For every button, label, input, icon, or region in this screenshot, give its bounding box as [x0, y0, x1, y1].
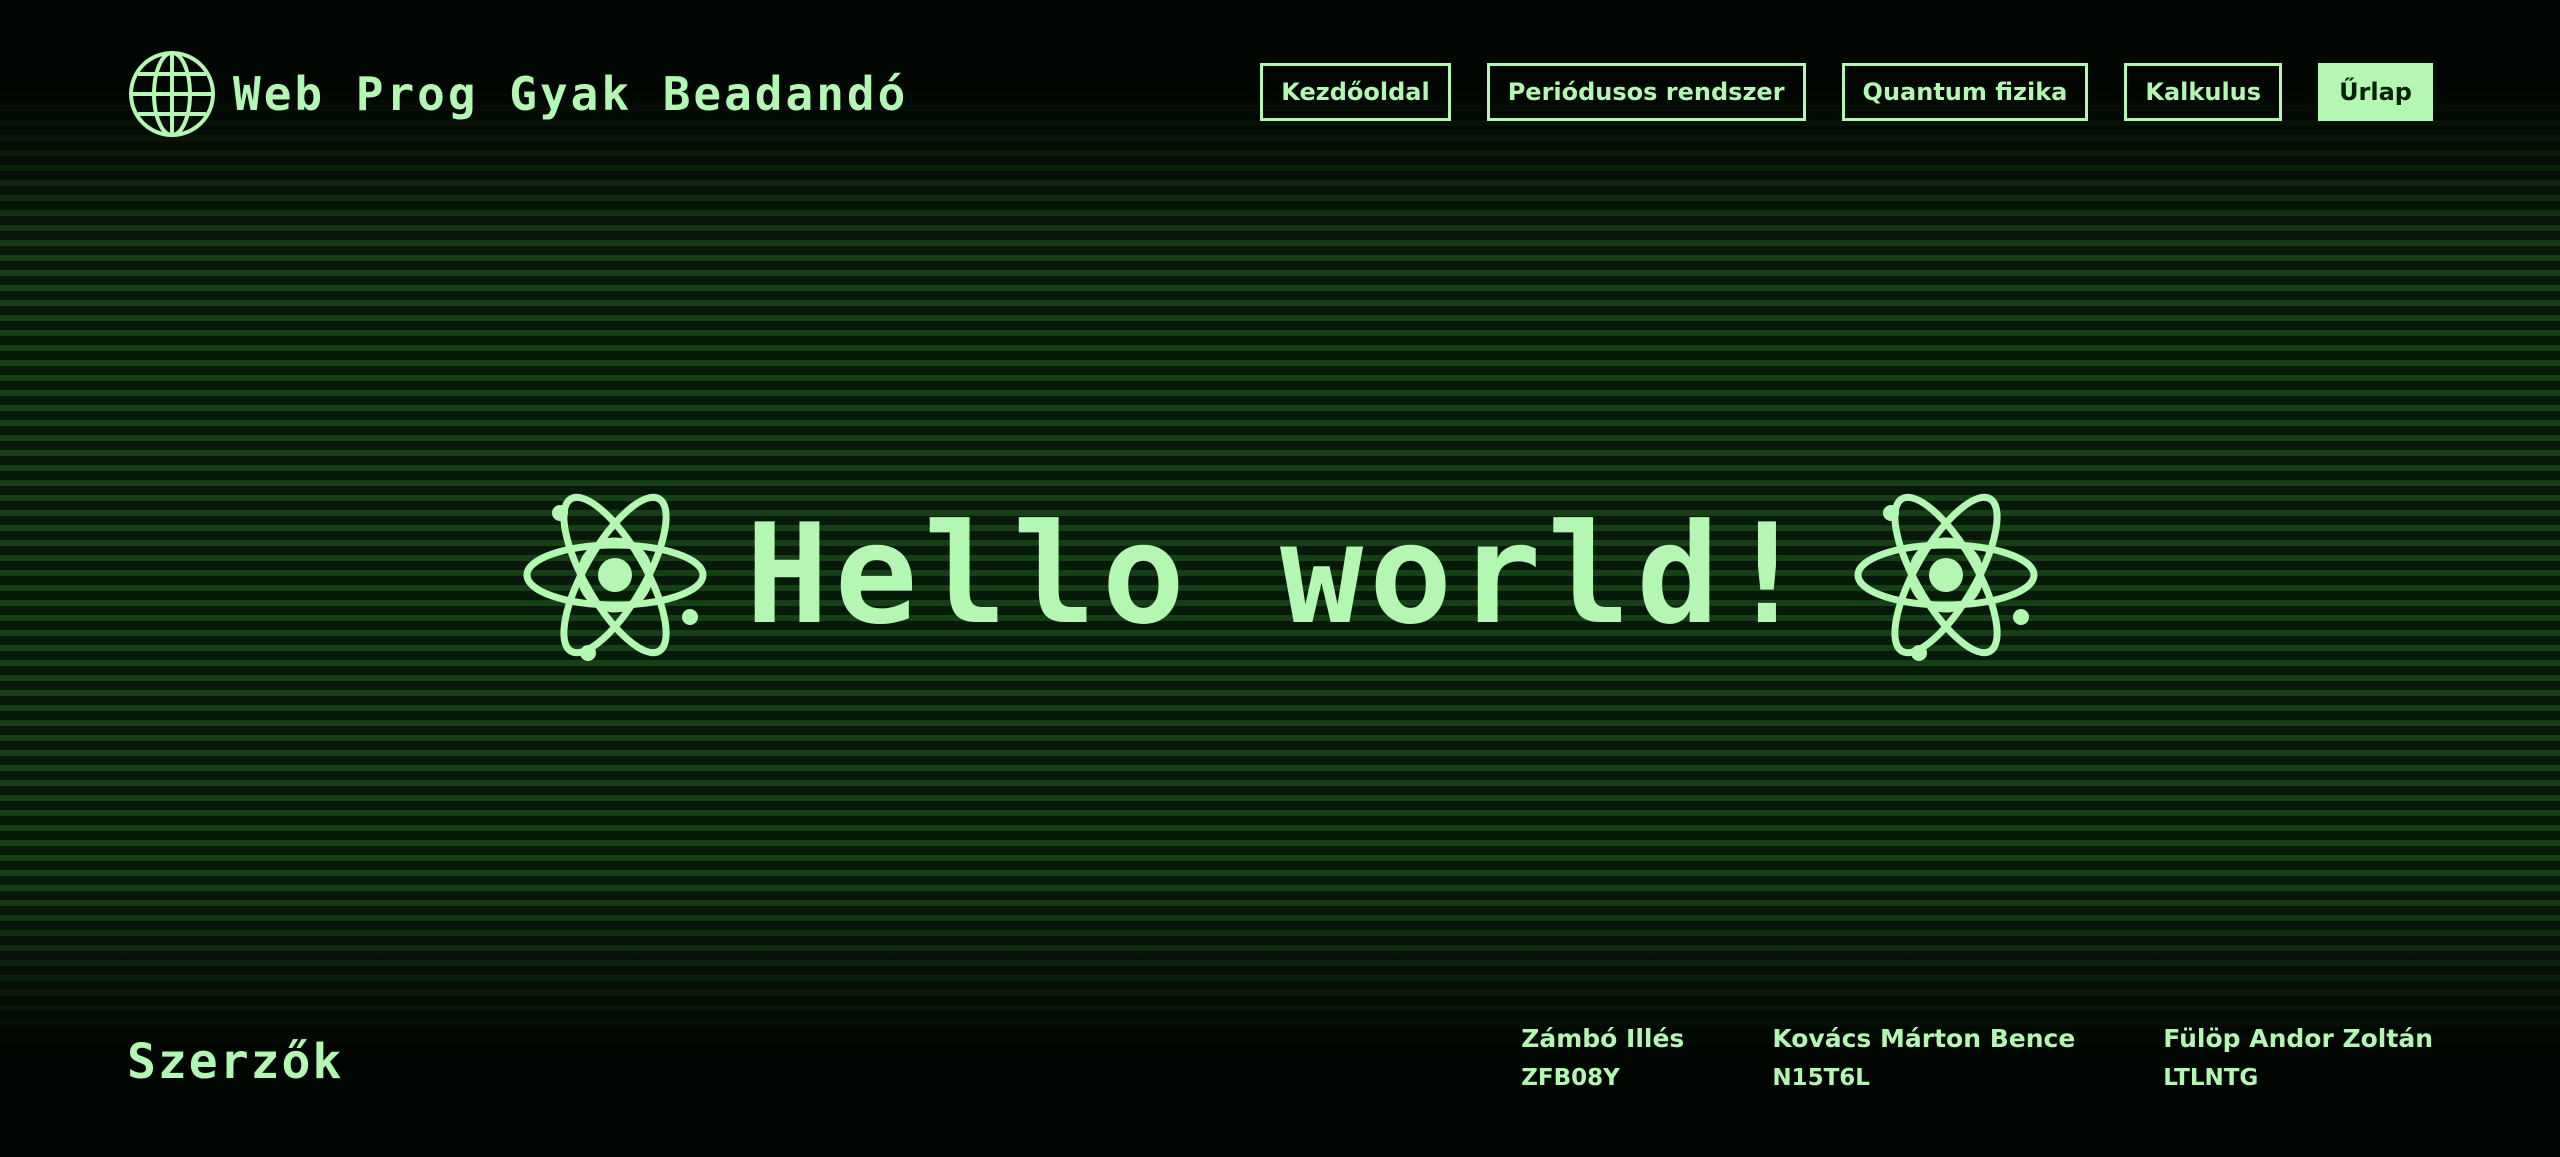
nav-kalkulus[interactable]: Kalkulus	[2124, 63, 2283, 121]
site-header: Web Prog Gyak Beadandó Kezdőoldal Periód…	[0, 0, 2560, 190]
authors-list: Zámbó Illés ZFB08Y Kovács Márton Bence N…	[1521, 1024, 2433, 1091]
hero-title: Hello world!	[745, 494, 1815, 655]
site-footer: Szerzők Zámbó Illés ZFB08Y Kovács Márton…	[0, 1010, 2560, 1157]
main-nav: Kezdőoldal Periódusos rendszer Quantum f…	[1260, 63, 2433, 121]
nav-quantum-fizika[interactable]: Quantum fizika	[1841, 63, 2089, 121]
nav-kezdooldal[interactable]: Kezdőoldal	[1260, 63, 1451, 121]
site-title: Web Prog Gyak Beadandó	[233, 67, 909, 121]
atom-icon	[520, 475, 710, 675]
nav-periodusos-rendszer[interactable]: Periódusos rendszer	[1486, 63, 1806, 121]
author-name: Fülöp Andor Zoltán	[2163, 1024, 2433, 1053]
nav-urlap[interactable]: Űrlap	[2318, 63, 2433, 121]
author-name: Zámbó Illés	[1521, 1024, 1685, 1053]
page: Web Prog Gyak Beadandó Kezdőoldal Periód…	[0, 0, 2560, 1157]
author-code: ZFB08Y	[1521, 1065, 1620, 1091]
footer-title: Szerzők	[127, 1034, 344, 1090]
globe-icon	[127, 49, 217, 139]
brand[interactable]: Web Prog Gyak Beadandó	[127, 48, 908, 140]
author-item: Fülöp Andor Zoltán LTLNTG	[2163, 1024, 2433, 1091]
author-name: Kovács Márton Bence	[1772, 1024, 2076, 1053]
atom-icon	[1851, 475, 2041, 675]
author-item: Zámbó Illés ZFB08Y	[1521, 1024, 1684, 1091]
author-item: Kovács Márton Bence N15T6L	[1772, 1024, 2075, 1091]
author-code: N15T6L	[1772, 1065, 1870, 1091]
hero: Hello world!	[0, 470, 2560, 680]
author-code: LTLNTG	[2163, 1065, 2259, 1091]
